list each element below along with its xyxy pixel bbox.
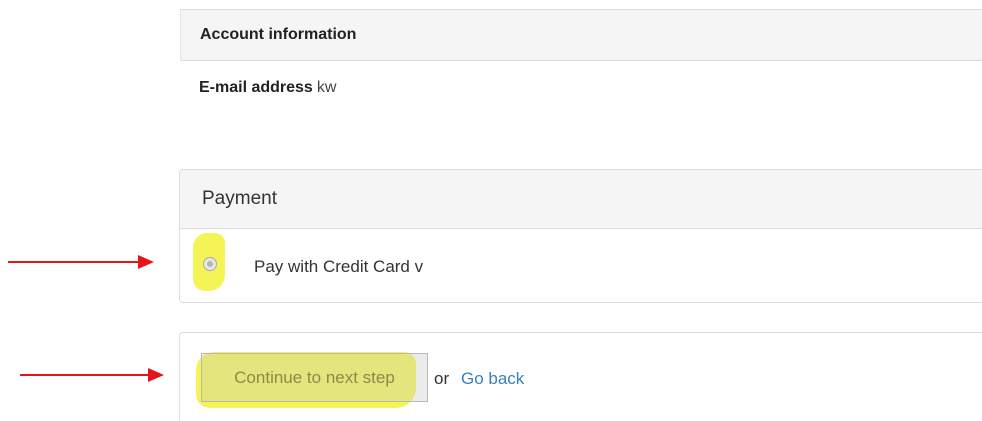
email-row: E-mail address kw bbox=[199, 79, 349, 97]
red-arrow-icon bbox=[20, 367, 164, 383]
continue-button[interactable]: Continue to next step bbox=[201, 353, 428, 402]
red-arrow-icon bbox=[8, 254, 154, 270]
radio-selected-dot bbox=[207, 261, 213, 267]
credit-card-option-label[interactable]: Pay with Credit Card v bbox=[254, 257, 446, 277]
email-label: E-mail address bbox=[199, 79, 313, 96]
go-back-link[interactable]: Go back bbox=[461, 369, 524, 389]
account-information-title: Account information bbox=[200, 26, 357, 43]
payment-title: Payment bbox=[202, 188, 277, 209]
email-value: kw bbox=[316, 79, 337, 96]
credit-card-radio[interactable] bbox=[203, 257, 217, 271]
or-text: or bbox=[434, 369, 450, 388]
payment-panel: Payment bbox=[179, 169, 982, 303]
payment-heading: Payment bbox=[180, 170, 982, 229]
account-information-header: Account information bbox=[180, 9, 982, 61]
